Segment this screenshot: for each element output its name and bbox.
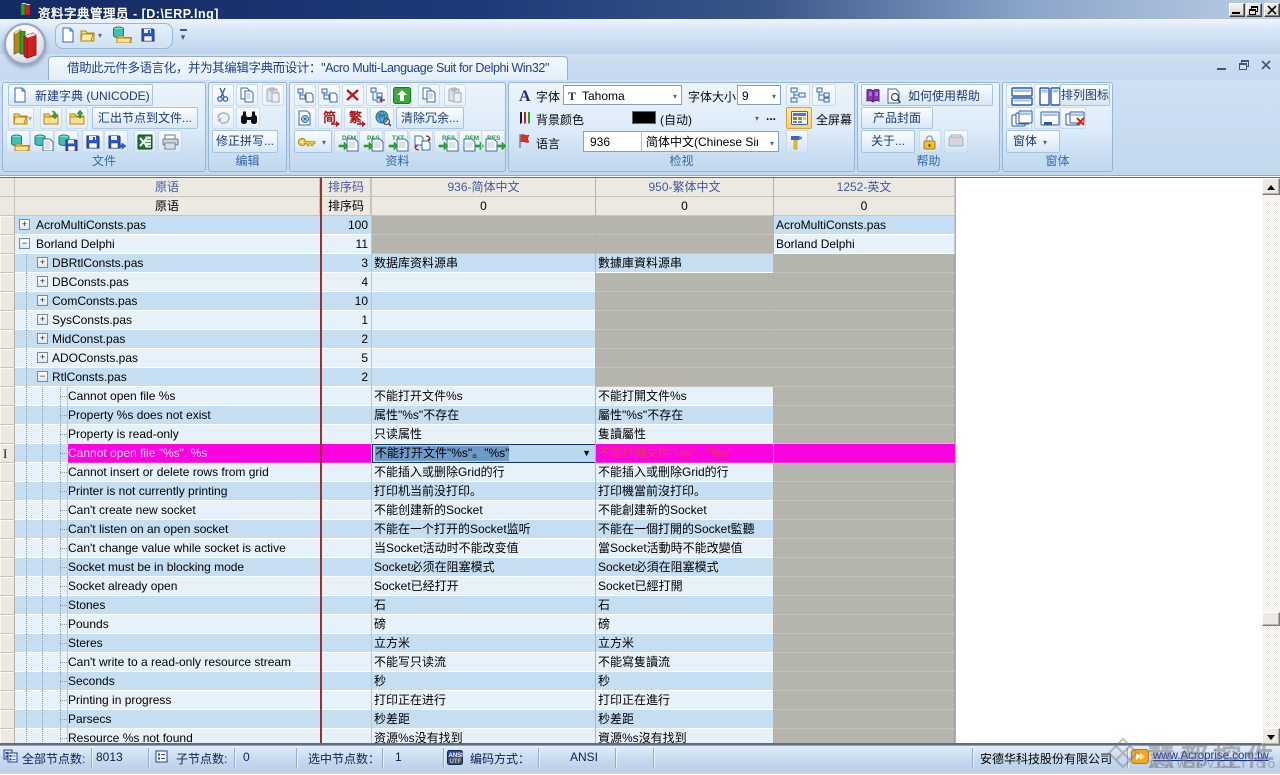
svg-text:简: 简 xyxy=(323,110,336,125)
svg-text:T: T xyxy=(568,89,576,102)
svg-text:UTF: UTF xyxy=(450,759,462,765)
svg-text:繁: 繁 xyxy=(349,110,363,125)
svg-text:A: A xyxy=(519,88,531,103)
